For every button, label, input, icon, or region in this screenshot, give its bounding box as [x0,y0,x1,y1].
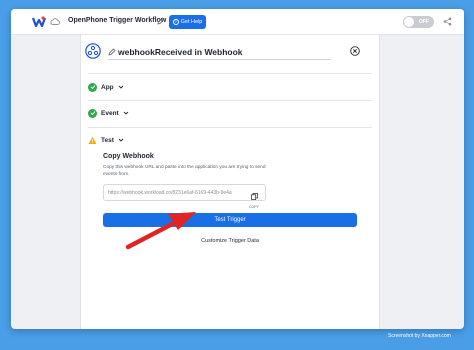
divider [88,100,372,101]
edit-node-title-pencil-icon[interactable] [108,48,116,56]
webhook-url-field[interactable]: https://webhook.workload.co/8231e6af-616… [103,184,266,201]
node-title[interactable]: webhookReceived in Webhook [118,47,243,57]
webhook-url-value: https://webhook.workload.co/8231e6af-616… [108,190,232,196]
test-trigger-button[interactable]: Test Trigger [103,213,357,227]
divider [88,73,372,74]
webhook-app-icon [85,43,101,59]
copy-url-button[interactable]: COPY [248,187,260,209]
app-window: OpenPhone Trigger Workflow ? Get Help OF… [11,9,464,329]
chevron-down-icon [118,138,124,142]
get-help-label: Get Help [180,19,203,25]
title-underline [108,59,331,60]
toggle-label: OFF [419,19,429,25]
copy-webhook-heading: Copy Webhook [103,153,154,160]
edit-title-pencil-icon[interactable] [157,17,165,25]
chevron-down-icon [118,85,123,89]
watermark-text: Screenshot by Xnapper.com [388,333,451,339]
workflow-on-off-toggle[interactable]: OFF [403,16,434,28]
close-panel-icon[interactable] [350,46,360,56]
cloud-saved-icon [50,18,60,25]
copy-icon [250,193,258,200]
section-test-label: Test [101,136,114,144]
app-complete-check-icon [88,82,97,92]
workload-logo-icon[interactable] [32,15,46,29]
get-help-button[interactable]: ? Get Help [169,15,206,29]
event-complete-check-icon [88,108,97,118]
section-app-label: App [101,83,114,91]
customize-trigger-data-link[interactable]: Customize Trigger Data [103,238,357,244]
help-question-icon: ? [172,19,179,25]
section-test-header[interactable]: Test [88,133,124,147]
section-event-label: Event [101,109,119,117]
copy-label: COPY [249,205,259,209]
section-event-header[interactable]: Event [88,106,129,120]
divider [88,127,372,128]
workflow-title: OpenPhone Trigger Workflow [68,17,167,24]
test-trigger-label: Test Trigger [214,217,246,223]
copy-webhook-description: Copy this webhook URL and paste into the… [103,165,266,177]
top-bar: OpenPhone Trigger Workflow ? Get Help OF… [11,9,464,35]
chevron-down-icon [123,111,129,115]
toggle-knob [404,17,414,27]
section-app-header[interactable]: App [88,80,124,94]
trigger-config-panel: webhookReceived in Webhook App Event Tes… [80,35,380,329]
share-icon[interactable] [443,17,452,26]
warning-icon [88,136,97,144]
